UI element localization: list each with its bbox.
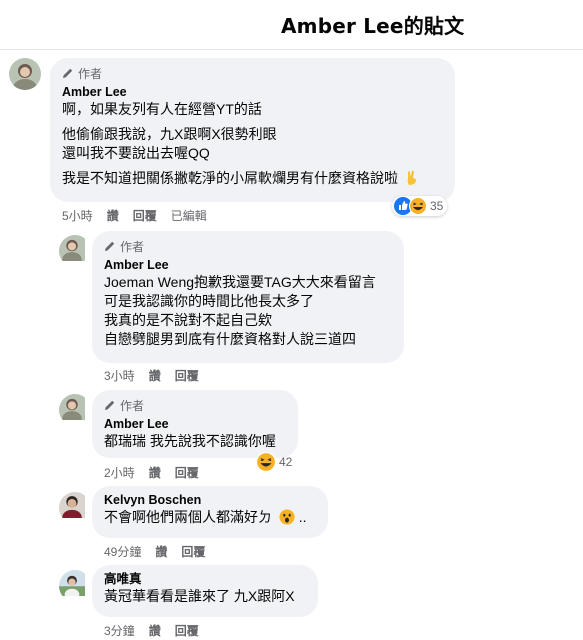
comment-time[interactable]: 49分鐘 [104, 543, 141, 560]
pencil-icon [63, 68, 73, 78]
comment-actions: 3小時 讚 回覆 [104, 367, 199, 384]
reply-button[interactable]: 回覆 [133, 207, 157, 224]
haha-icon [256, 452, 276, 472]
like-button[interactable]: 讚 [149, 622, 161, 639]
pencil-icon [105, 241, 115, 251]
comment-author[interactable]: Amber Lee [104, 257, 392, 273]
post-title: Amber Lee的貼文 [281, 14, 465, 38]
comment-text-with-emoji: 不會啊他們兩個人都滿好ㄉ .. [104, 508, 316, 527]
comment-author[interactable]: Amber Lee [62, 84, 443, 100]
author-badge: 作者 [104, 237, 392, 255]
comment-text: 啊，如果友列有人在經營YT的話 [62, 101, 262, 117]
author-badge-label: 作者 [120, 239, 145, 254]
comment-bubble: 作者 Amber Lee 啊，如果友列有人在經營YT的話 他偷偷跟我說，九X跟啊… [50, 58, 455, 202]
comment-actions: 49分鐘 讚 回覆 [104, 543, 205, 560]
avatar[interactable] [9, 58, 41, 90]
comment-bubble: Kelvyn Boschen 不會啊他們兩個人都滿好ㄉ .. [92, 486, 328, 538]
comment-text: 不會啊他們兩個人都滿好ㄉ [104, 509, 272, 525]
comment-text: 黃冠華看看是誰來了 九X跟阿X [104, 588, 295, 604]
comment-time[interactable]: 3分鐘 [104, 622, 135, 639]
comment-text: 他偷偷跟我說，九X跟啊X很勢利眼 [62, 126, 277, 142]
comment-text: 我是不知道把關係撇乾淨的小屌軟爛男有什麼資格說啦 [62, 170, 398, 186]
comment-text: 我真的是不說對不起自己欸 [104, 312, 272, 328]
avatar[interactable] [59, 235, 91, 267]
reaction-summary[interactable]: 42 [254, 452, 296, 472]
haha-icon [409, 197, 427, 215]
like-button[interactable]: 讚 [149, 464, 161, 481]
comment-text-with-emoji: 我是不知道把關係撇乾淨的小屌軟爛男有什麼資格說啦 [62, 169, 443, 188]
comment-bubble: 高唯真 黃冠華看看是誰來了 九X跟阿X [92, 565, 318, 617]
post-header: Amber Lee的貼文 [0, 0, 583, 50]
comment-actions: 5小時 讚 回覆 已編輯 [62, 207, 207, 224]
pencil-icon [105, 400, 115, 410]
reaction-count: 35 [430, 199, 444, 213]
reply-button[interactable]: 回覆 [175, 622, 199, 639]
edited-label[interactable]: 已編輯 [171, 207, 207, 224]
comment-text: .. [298, 509, 307, 525]
comment-text: 還叫我不要說出去喔QQ [62, 145, 210, 161]
avatar[interactable] [59, 492, 91, 524]
author-badge-label: 作者 [120, 398, 145, 413]
reaction-summary[interactable]: 35 [392, 196, 448, 216]
comment-text: 可是我認識你的時間比他長太多了 [104, 293, 314, 309]
author-badge: 作者 [104, 396, 286, 414]
comment-time[interactable]: 5小時 [62, 207, 93, 224]
author-badge-label: 作者 [78, 66, 103, 81]
comment-author[interactable]: Kelvyn Boschen [104, 492, 316, 508]
like-button[interactable]: 讚 [107, 207, 119, 224]
reply-button[interactable]: 回覆 [175, 464, 199, 481]
reaction-count: 42 [279, 455, 293, 469]
comment-text: 自戀劈腿男到底有什麼資格對人說三道四 [104, 331, 356, 347]
victory-hand-emoji-icon [407, 170, 416, 185]
comment-time[interactable]: 3小時 [104, 367, 135, 384]
comment-bubble: 作者 Amber Lee Joeman Weng抱歉我還要TAG大大來看留言 可… [92, 231, 404, 363]
reply-button[interactable]: 回覆 [175, 367, 199, 384]
surprised-emoji-icon [279, 509, 295, 525]
avatar[interactable] [59, 394, 91, 426]
comment-actions: 3分鐘 讚 回覆 [104, 622, 199, 639]
like-button[interactable]: 讚 [149, 367, 161, 384]
like-button[interactable]: 讚 [155, 543, 167, 560]
reply-button[interactable]: 回覆 [181, 543, 205, 560]
header-divider [0, 49, 583, 50]
comment-author[interactable]: 高唯真 [104, 571, 306, 587]
comment-text: 都瑞瑞 我先說我不認識你喔 [104, 433, 276, 449]
comment-actions: 2小時 讚 回覆 [104, 464, 199, 481]
comment-author[interactable]: Amber Lee [104, 416, 286, 432]
avatar[interactable] [59, 570, 91, 602]
comment-text: Joeman Weng抱歉我還要TAG大大來看留言 [104, 274, 376, 290]
comment-time[interactable]: 2小時 [104, 464, 135, 481]
author-badge: 作者 [62, 64, 443, 82]
comment-bubble: 作者 Amber Lee 都瑞瑞 我先說我不認識你喔 [92, 390, 298, 458]
